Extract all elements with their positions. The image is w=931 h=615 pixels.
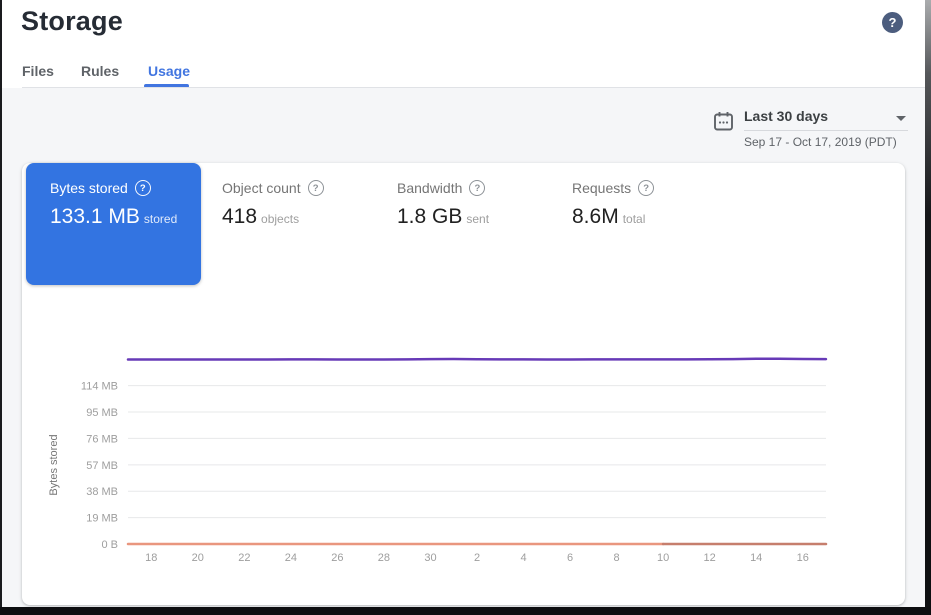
usage-panel: Bytes stored ? 133.1 MBstored Object cou… — [22, 163, 905, 605]
help-button[interactable]: ? — [882, 12, 903, 33]
metric-label-row: Requests ? — [572, 180, 726, 196]
metric-label: Bytes stored — [50, 180, 128, 196]
svg-text:6: 6 — [567, 552, 573, 564]
svg-text:28: 28 — [378, 552, 390, 564]
metric-label: Object count — [222, 180, 301, 196]
metric-label-row: Bandwidth ? — [397, 180, 551, 196]
metric-label-row: Bytes stored ? — [50, 180, 201, 196]
metric-label: Bandwidth — [397, 180, 462, 196]
svg-text:22: 22 — [238, 552, 250, 564]
metric-card-bytes-stored[interactable]: Bytes stored ? 133.1 MBstored — [26, 163, 201, 285]
date-range-detail: Sep 17 - Oct 17, 2019 (PDT) — [744, 135, 908, 149]
svg-text:57 MB: 57 MB — [86, 460, 118, 472]
metric-help-icon[interactable]: ? — [308, 180, 324, 196]
screen-edge-left — [0, 0, 2, 615]
date-range-value-row[interactable]: Last 30 days — [744, 108, 908, 131]
svg-text:76 MB: 76 MB — [86, 433, 118, 445]
svg-text:12: 12 — [704, 552, 716, 564]
date-range-selector[interactable]: Last 30 days Sep 17 - Oct 17, 2019 (PDT) — [744, 108, 908, 149]
svg-text:8: 8 — [614, 552, 620, 564]
svg-text:24: 24 — [285, 552, 297, 564]
metric-unit: objects — [261, 212, 299, 226]
metric-unit: sent — [466, 212, 489, 226]
svg-text:10: 10 — [657, 552, 669, 564]
page-title: Storage — [21, 6, 123, 37]
metric-card-requests[interactable]: Requests ? 8.6Mtotal — [551, 163, 726, 285]
svg-text:20: 20 — [192, 552, 204, 564]
svg-text:114 MB: 114 MB — [81, 381, 118, 393]
header-band — [0, 0, 931, 88]
svg-text:16: 16 — [797, 552, 809, 564]
date-range-label: Last 30 days — [744, 108, 828, 124]
svg-text:26: 26 — [331, 552, 343, 564]
screen-edge-right — [925, 0, 931, 615]
svg-text:18: 18 — [145, 552, 157, 564]
metric-unit: stored — [144, 212, 177, 226]
usage-chart: 114 MB95 MB76 MB57 MB38 MB19 MB0 B182022… — [22, 300, 905, 590]
metric-help-icon[interactable]: ? — [469, 180, 485, 196]
metric-value: 1.8 GBsent — [397, 205, 551, 229]
metric-card-object-count[interactable]: Object count ? 418objects — [201, 163, 376, 285]
svg-text:Bytes stored: Bytes stored — [48, 434, 60, 495]
svg-text:38 MB: 38 MB — [86, 486, 118, 498]
metric-help-icon[interactable]: ? — [135, 180, 151, 196]
metric-value: 133.1 MBstored — [50, 205, 201, 229]
svg-text:30: 30 — [424, 552, 436, 564]
svg-text:0 B: 0 B — [101, 539, 118, 551]
tab-usage[interactable]: Usage — [148, 63, 190, 79]
svg-text:4: 4 — [520, 552, 526, 564]
svg-text:14: 14 — [750, 552, 762, 564]
metric-value: 418objects — [222, 205, 376, 229]
metric-label-row: Object count ? — [222, 180, 376, 196]
metric-value: 8.6Mtotal — [572, 205, 726, 229]
metric-card-bandwidth[interactable]: Bandwidth ? 1.8 GBsent — [376, 163, 551, 285]
question-icon: ? — [889, 15, 897, 30]
svg-text:95 MB: 95 MB — [86, 407, 118, 419]
tab-bar-divider — [22, 87, 925, 88]
dropdown-arrow-icon — [896, 116, 906, 121]
storage-usage-page: Storage ? Files Rules Usage Last 30 days… — [0, 0, 931, 615]
calendar-icon[interactable] — [712, 110, 735, 133]
metric-label: Requests — [572, 180, 631, 196]
svg-text:19 MB: 19 MB — [86, 513, 118, 525]
metric-help-icon[interactable]: ? — [638, 180, 654, 196]
screen-edge-bottom — [0, 607, 931, 615]
tab-rules[interactable]: Rules — [81, 63, 119, 79]
tab-files[interactable]: Files — [22, 63, 54, 79]
metric-unit: total — [623, 212, 646, 226]
svg-text:2: 2 — [474, 552, 480, 564]
